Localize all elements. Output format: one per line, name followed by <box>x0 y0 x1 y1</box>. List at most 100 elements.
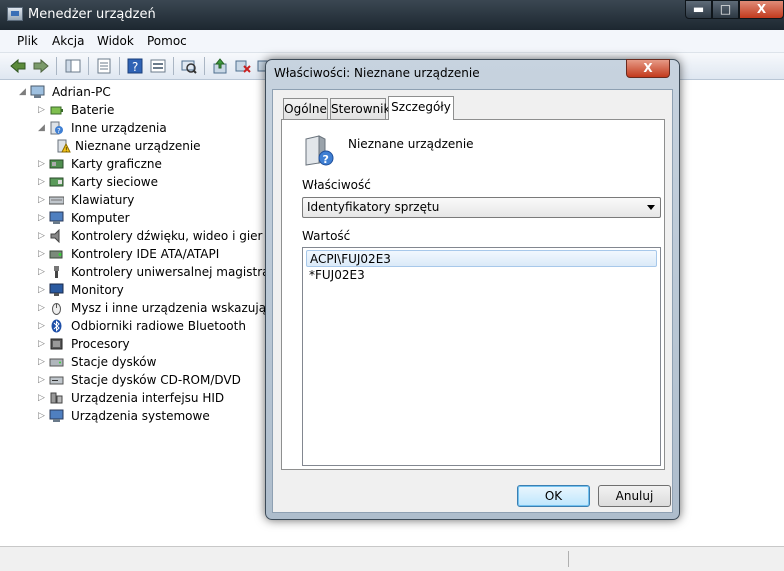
unknown-device-icon: ? <box>303 135 334 166</box>
dialog-title: Właściwości: Nieznane urządzenie <box>274 66 480 80</box>
tree-item-label: Karty graficzne <box>71 157 162 171</box>
display-adapter-icon <box>49 157 64 171</box>
menu-action[interactable]: Akcja <box>52 34 84 48</box>
tree-item-label: Odbiorniki radiowe Bluetooth <box>71 319 246 333</box>
tree-item-label: Karty sieciowe <box>71 175 159 189</box>
menu-help[interactable]: Pomoc <box>147 34 187 48</box>
tree-item-label: Mysz i inne urządzenia wskazujące <box>71 301 281 315</box>
tree-item-label: Stacje dysków <box>71 355 157 369</box>
tab-general[interactable]: Ogólne <box>283 98 328 119</box>
expand-arrow-icon[interactable]: ▷ <box>37 209 46 227</box>
toolbar-separator <box>173 57 174 75</box>
expand-arrow-icon[interactable]: ▷ <box>37 317 46 335</box>
expand-arrow-icon[interactable]: ▷ <box>37 299 46 317</box>
tree-item-label: Procesory <box>71 337 130 351</box>
tree-root-label: Adrian-PC <box>52 85 111 99</box>
details-panel: ? Nieznane urządzenie Właściwość Identyf… <box>281 119 665 470</box>
close-button[interactable]: X <box>739 0 784 19</box>
status-separator <box>568 551 569 567</box>
hid-icon <box>49 391 64 405</box>
bluetooth-icon <box>49 319 64 333</box>
network-adapter-icon <box>49 175 64 189</box>
toolbar-separator <box>204 57 205 75</box>
properties-icon[interactable] <box>96 58 112 74</box>
expand-arrow-icon[interactable]: ▷ <box>37 407 46 425</box>
battery-icon <box>49 103 64 117</box>
tree-item-label: Komputer <box>71 211 130 225</box>
toolbar-separator <box>56 57 57 75</box>
toolbar-separator <box>119 57 120 75</box>
tab-driver[interactable]: Sterownik <box>330 98 390 119</box>
properties-dialog: Właściwości: Nieznane urządzenie X Ogóln… <box>265 59 680 520</box>
window-title: Menedżer urządzeń <box>28 7 156 22</box>
tree-item-label: Kontrolery IDE ATA/ATAPI <box>71 247 220 261</box>
menu-view[interactable]: Widok <box>97 34 134 48</box>
tree-item-label: Baterie <box>71 103 115 117</box>
expand-arrow-icon[interactable]: ▷ <box>37 335 46 353</box>
property-dropdown[interactable]: Identyfikatory sprzętu <box>302 197 661 218</box>
toolbar-separator <box>88 57 89 75</box>
title-bar[interactable]: Menedżer urządzeń ▬ □ X <box>0 0 784 30</box>
expand-arrow-icon[interactable]: ▷ <box>37 353 46 371</box>
cancel-button[interactable]: Anuluj <box>598 485 671 507</box>
svg-text:?: ? <box>57 127 61 135</box>
status-bar <box>0 546 784 571</box>
property-label: Właściwość <box>302 178 371 192</box>
value-list[interactable]: ACPI\FUJ02E3 *FUJ02E3 <box>302 247 661 466</box>
computer-icon <box>49 211 64 225</box>
expand-arrow-icon[interactable]: ▷ <box>37 191 46 209</box>
collapse-arrow-icon[interactable]: ◢ <box>18 83 27 101</box>
computer-icon <box>30 85 45 99</box>
expand-arrow-icon[interactable]: ▷ <box>37 371 46 389</box>
usb-icon <box>49 265 64 279</box>
unknown-device-icon: ? <box>49 121 64 135</box>
tree-item-label: Urządzenia interfejsu HID <box>71 391 225 405</box>
tree-item-label: Urządzenia systemowe <box>71 409 210 423</box>
expand-arrow-icon[interactable]: ▷ <box>37 281 46 299</box>
help-icon[interactable]: ? <box>127 58 143 74</box>
ok-button[interactable]: OK <box>517 485 590 507</box>
expand-arrow-icon[interactable]: ▷ <box>37 389 46 407</box>
expand-arrow-icon[interactable]: ▷ <box>37 227 46 245</box>
cdrom-icon <box>49 373 64 387</box>
uninstall-icon[interactable] <box>235 58 251 74</box>
mouse-icon <box>49 301 64 315</box>
tree-item-label: Klawiatury <box>71 193 135 207</box>
menu-bar: Plik Akcja Widok Pomoc <box>0 30 784 53</box>
expand-arrow-icon[interactable]: ▷ <box>37 155 46 173</box>
value-item-selected[interactable]: ACPI\FUJ02E3 <box>306 250 657 267</box>
svg-text:!: ! <box>65 147 67 154</box>
expand-arrow-icon[interactable]: ▷ <box>37 245 46 263</box>
dropdown-arrow-icon[interactable] <box>647 205 655 210</box>
scan-hardware-icon[interactable] <box>181 58 197 74</box>
update-driver-icon[interactable] <box>212 58 228 74</box>
tree-item-label: Nieznane urządzenie <box>75 139 201 153</box>
tree-item-label: Stacje dysków CD-ROM/DVD <box>71 373 241 387</box>
tree-item-label: Kontrolery dźwięku, wideo i gier <box>71 229 263 243</box>
forward-arrow-icon[interactable] <box>33 58 49 74</box>
keyboard-icon <box>48 193 65 207</box>
expand-arrow-icon[interactable]: ▷ <box>37 263 46 281</box>
svg-text:?: ? <box>323 153 329 166</box>
maximize-button[interactable]: □ <box>712 0 739 19</box>
show-hide-tree-icon[interactable] <box>65 58 81 74</box>
collapse-arrow-icon[interactable]: ◢ <box>37 119 46 137</box>
ide-controller-icon <box>49 247 64 261</box>
property-dropdown-value: Identyfikatory sprzętu <box>307 200 440 214</box>
back-arrow-icon[interactable] <box>10 58 26 74</box>
tab-details[interactable]: Szczegóły <box>388 96 454 120</box>
dialog-close-button[interactable]: X <box>626 59 670 78</box>
dialog-body: Ogólne Sterownik Szczegóły ? Nieznane ur… <box>272 89 673 513</box>
expand-arrow-icon[interactable]: ▷ <box>37 173 46 191</box>
svg-text:?: ? <box>132 60 138 74</box>
sound-icon <box>49 228 64 244</box>
expand-arrow-icon[interactable]: ▷ <box>37 101 46 119</box>
device-manager-app-icon <box>7 7 23 21</box>
device-name: Nieznane urządzenie <box>348 137 474 151</box>
monitor-icon <box>49 283 64 297</box>
menu-file[interactable]: Plik <box>17 34 38 48</box>
value-item[interactable]: *FUJ02E3 <box>306 267 657 284</box>
minimize-button[interactable]: ▬ <box>685 0 712 19</box>
disk-drive-icon <box>49 355 64 369</box>
view-icon[interactable] <box>150 58 166 74</box>
